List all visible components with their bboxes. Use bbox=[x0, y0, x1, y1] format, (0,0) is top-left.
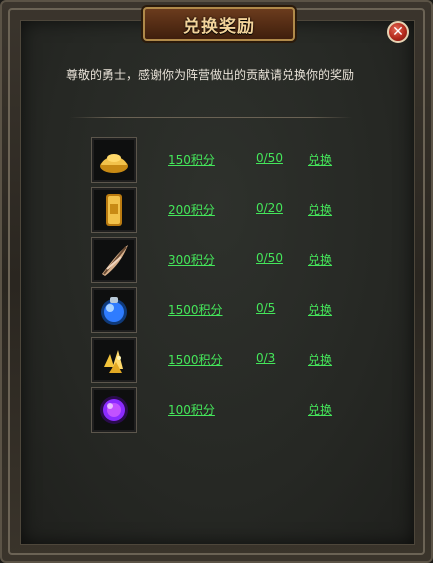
reward-cost[interactable]: 200积分 bbox=[168, 201, 215, 218]
reward-slot[interactable] bbox=[91, 137, 137, 183]
reward-row: 150积分 0/50 兑换 bbox=[0, 137, 433, 183]
dialog-title: 兑换奖励 bbox=[183, 17, 255, 37]
reward-cost[interactable]: 1500积分 bbox=[168, 301, 223, 318]
reward-slot[interactable] bbox=[91, 337, 137, 383]
reward-row: 200积分 0/20 兑换 bbox=[0, 187, 433, 233]
exchange-button[interactable]: 兑换 bbox=[308, 401, 332, 418]
exchange-button[interactable]: 兑换 bbox=[308, 351, 332, 368]
exchange-button[interactable]: 兑换 bbox=[308, 301, 332, 318]
reward-progress[interactable]: 0/3 bbox=[256, 351, 275, 365]
reward-row: 1500积分 0/5 兑换 bbox=[0, 287, 433, 333]
reward-slot[interactable] bbox=[91, 187, 137, 233]
reward-progress[interactable]: 0/50 bbox=[256, 251, 283, 265]
purple-orb-icon bbox=[92, 388, 136, 432]
divider bbox=[70, 117, 352, 118]
reward-row: 1500积分 0/3 兑换 bbox=[0, 337, 433, 383]
feather-icon bbox=[92, 238, 136, 282]
close-icon: ✕ bbox=[392, 24, 404, 40]
reward-slot[interactable] bbox=[91, 387, 137, 433]
reward-row: 300积分 0/50 兑换 bbox=[0, 237, 433, 283]
close-button[interactable]: ✕ bbox=[387, 21, 409, 43]
exchange-button[interactable]: 兑换 bbox=[308, 201, 332, 218]
reward-cost[interactable]: 300积分 bbox=[168, 251, 215, 268]
reward-slot[interactable] bbox=[91, 237, 137, 283]
reward-cost[interactable]: 1500积分 bbox=[168, 351, 223, 368]
intro-text: 尊敬的勇士，感谢你为阵营做出的贡献请兑换你的奖励 bbox=[66, 68, 355, 82]
reward-slot[interactable] bbox=[91, 287, 137, 333]
gold-bar-icon bbox=[92, 188, 136, 232]
gold-crystal-icon bbox=[92, 338, 136, 382]
exchange-button[interactable]: 兑换 bbox=[308, 251, 332, 268]
reward-progress[interactable]: 0/5 bbox=[256, 301, 275, 315]
exchange-button[interactable]: 兑换 bbox=[308, 151, 332, 168]
reward-cost[interactable]: 150积分 bbox=[168, 151, 215, 168]
reward-row: 100积分 兑换 bbox=[0, 387, 433, 433]
reward-progress[interactable]: 0/20 bbox=[256, 201, 283, 215]
title-plate: 兑换奖励 bbox=[143, 7, 295, 41]
reward-progress[interactable]: 0/50 bbox=[256, 151, 283, 165]
gold-ingot-icon bbox=[92, 138, 136, 182]
reward-cost[interactable]: 100积分 bbox=[168, 401, 215, 418]
blue-potion-orb-icon bbox=[92, 288, 136, 332]
